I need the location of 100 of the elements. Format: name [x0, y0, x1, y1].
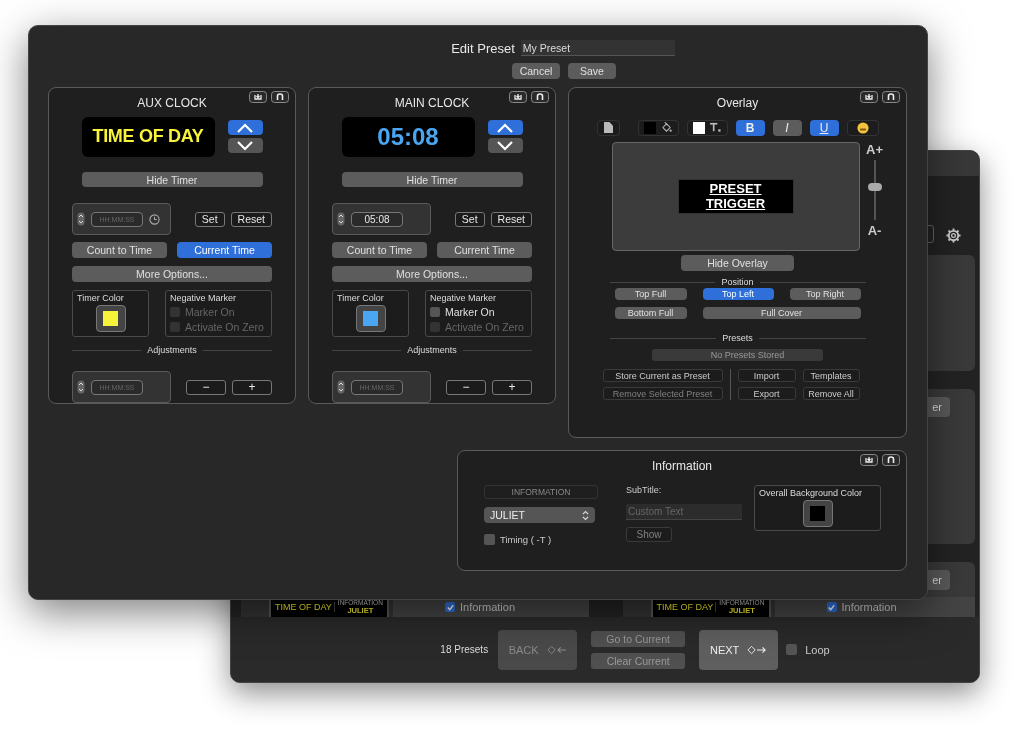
information-select[interactable]: JULIET — [484, 507, 595, 523]
load-icon[interactable] — [882, 454, 900, 466]
box-label: Overall Background Color — [759, 488, 863, 498]
text-format-icon — [710, 122, 721, 133]
set-button[interactable]: Set — [194, 211, 225, 227]
clear-current-button[interactable]: Clear Current — [591, 652, 686, 669]
box-label: Negative Marker — [430, 293, 498, 303]
panel-title: Information — [652, 458, 712, 474]
preset-action-button[interactable]: Templates — [802, 369, 860, 382]
up-button[interactable] — [227, 120, 263, 136]
stepper-icon[interactable] — [337, 212, 345, 227]
plus-button[interactable]: + — [492, 379, 532, 395]
panel-title: MAIN CLOCK — [394, 95, 470, 111]
thumbnail-clock-text: TIME OF DAY — [654, 602, 717, 613]
fill-color-control[interactable] — [637, 119, 679, 136]
more-options-button[interactable]: More Options... — [332, 266, 532, 282]
checkbox-label: Activate On Zero — [185, 321, 264, 333]
stepper-icon[interactable] — [77, 212, 85, 227]
position-button[interactable]: Top Full — [614, 288, 687, 300]
paint-bucket-icon — [661, 122, 672, 133]
save-icon[interactable] — [249, 91, 267, 103]
updown-icon — [582, 509, 589, 521]
preset-action-button[interactable]: Store Current as Preset — [602, 369, 723, 382]
checkbox[interactable] — [826, 602, 837, 613]
save-icon[interactable] — [860, 454, 878, 466]
left-arrow-icon — [546, 644, 567, 655]
checkbox[interactable] — [445, 602, 455, 612]
clock-icon[interactable] — [149, 213, 160, 225]
save-icon[interactable] — [509, 91, 527, 103]
mode-button[interactable]: Current Time — [177, 242, 272, 259]
stepper-icon[interactable] — [77, 380, 85, 394]
text-style-button[interactable]: U — [809, 119, 839, 136]
window-title: Edit Preset — [451, 40, 515, 56]
hide-overlay-button[interactable]: Hide Overlay — [681, 255, 794, 271]
position-button[interactable]: Full Cover — [702, 307, 861, 319]
hide-timer-button[interactable]: Hide Timer — [341, 171, 523, 188]
fill-color-swatch — [644, 121, 656, 134]
next-button[interactable]: NEXT — [699, 629, 779, 670]
box-label: Timer Color — [337, 293, 384, 303]
time-field[interactable]: 05:08 — [351, 211, 403, 227]
section-title: Adjustments — [407, 345, 457, 355]
slider-thumb[interactable] — [867, 183, 882, 192]
thumbnail-clock-text: TIME OF DAY — [273, 602, 335, 612]
minus-button[interactable]: − — [446, 379, 486, 395]
color-well[interactable] — [355, 305, 386, 332]
document-button[interactable] — [596, 119, 620, 136]
position-button[interactable]: Top Left — [702, 288, 774, 300]
smiley-icon — [856, 121, 869, 134]
subtitle-label: SubTitle: — [626, 485, 662, 496]
position-button[interactable]: Top Right — [789, 288, 861, 300]
preset-name-field[interactable]: My Preset — [520, 40, 675, 56]
set-button[interactable]: Set — [454, 211, 485, 227]
stepper-icon[interactable] — [337, 380, 345, 394]
text-color-control[interactable] — [686, 119, 728, 136]
size-slider[interactable] — [867, 160, 882, 220]
reset-button[interactable]: Reset — [230, 211, 272, 227]
emoji-button[interactable] — [846, 119, 879, 136]
preset-action-button[interactable]: Remove All — [802, 387, 860, 400]
mode-button[interactable]: Count to Time — [332, 242, 427, 259]
dialog-button[interactable]: Cancel — [512, 63, 560, 79]
overlay-text: PRESET TRIGGER — [677, 178, 794, 215]
load-icon[interactable] — [271, 91, 289, 103]
timer-display: TIME OF DAY — [81, 116, 215, 157]
chevron-up-icon — [235, 122, 255, 133]
settings-icon[interactable] — [946, 228, 961, 243]
up-button[interactable] — [487, 120, 523, 136]
timer-display: 05:08 — [341, 116, 475, 157]
reset-button[interactable]: Reset — [490, 211, 532, 227]
color-well[interactable] — [802, 500, 833, 527]
load-icon[interactable] — [531, 91, 549, 103]
text-style-button[interactable]: I — [772, 119, 802, 136]
chevron-down-icon — [495, 140, 515, 151]
save-icon[interactable] — [860, 91, 878, 103]
color-well[interactable] — [95, 305, 126, 332]
load-icon[interactable] — [882, 91, 900, 103]
chevron-up-icon — [495, 122, 515, 133]
dialog-button[interactable]: Save — [568, 63, 616, 79]
plus-button[interactable]: + — [232, 379, 272, 395]
checkbox-label: Marker On — [445, 306, 495, 318]
document-icon — [603, 122, 613, 133]
more-options-button[interactable]: More Options... — [72, 266, 272, 282]
checkbox-label: Activate On Zero — [445, 321, 524, 333]
minus-button[interactable]: − — [186, 379, 226, 395]
position-button[interactable]: Bottom Full — [614, 307, 687, 319]
preset-count: 18 Presets — [440, 644, 489, 655]
preset-action-button[interactable]: Export — [737, 387, 796, 400]
loop-checkbox[interactable] — [786, 644, 798, 655]
timing-checkbox[interactable] — [484, 534, 495, 545]
hide-timer-button[interactable]: Hide Timer — [81, 171, 263, 188]
preset-action-button[interactable]: Import — [737, 369, 796, 382]
category-label: INFORMATION — [484, 485, 598, 499]
down-button[interactable] — [227, 138, 263, 154]
mode-button[interactable]: Current Time — [437, 242, 532, 259]
checkbox[interactable] — [430, 307, 440, 317]
presets-dropdown[interactable]: No Presets Stored — [652, 349, 823, 361]
text-style-button[interactable]: B — [735, 119, 765, 136]
down-button[interactable] — [487, 138, 523, 154]
mode-button[interactable]: Count to Time — [72, 242, 167, 259]
go-to-current-button[interactable]: Go to Current — [591, 630, 686, 647]
checkbox-label: Information — [460, 601, 516, 613]
